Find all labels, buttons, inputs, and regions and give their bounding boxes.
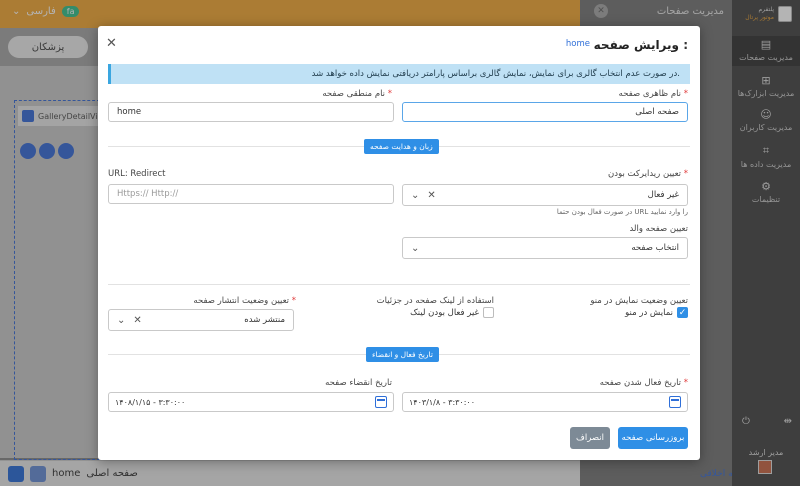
redirect-value: غیر فعال	[647, 190, 679, 200]
menu-status-checkbox-label: نمایش در منو	[625, 307, 673, 318]
display-name-label: * نام ظاهری صفحه	[618, 89, 688, 99]
activate-date-value: ۱۴۰۳/۱/۸ - ۳:۳۰:۰۰	[409, 397, 476, 407]
activate-date-label: * تاریخ فعال شدن صفحه	[599, 378, 688, 388]
modal-title-separator: :	[683, 38, 688, 52]
expire-date-value: ۱۴۰۸/۱/۱۵ - ۳:۳۰:۰۰	[115, 397, 186, 407]
modal-title-text: ویرایش صفحه	[593, 38, 679, 52]
update-page-button[interactable]: بروزرسانی صفحه	[618, 427, 688, 449]
expire-date-input[interactable]: ۱۴۰۸/۱/۱۵ - ۳:۳۰:۰۰	[108, 392, 394, 412]
menu-status-label: تعیین وضعیت نمایش در منو	[590, 296, 688, 306]
cancel-button[interactable]: انصراف	[570, 427, 610, 449]
clear-icon[interactable]: ✕	[427, 190, 435, 201]
expire-date-label: تاریخ انقضاء صفحه	[325, 378, 392, 388]
display-name-input[interactable]: صفحه اصلی	[402, 102, 688, 122]
redirect-hint: در صورت فعال بودن حتما URL را وارد نمایی…	[556, 208, 688, 216]
link-usage-checkbox-label: غیر فعال بودن لینک	[410, 307, 479, 318]
section-dates-pill: تاریخ فعال و انقضاء	[366, 347, 439, 362]
checkbox-unchecked-icon[interactable]	[483, 307, 494, 318]
calendar-icon[interactable]	[669, 396, 681, 408]
url-input[interactable]: Https:// Http://	[108, 184, 394, 204]
link-usage-checkbox[interactable]: غیر فعال بودن لینک	[410, 307, 494, 318]
redirect-label: * تعیین ریدایرکت بودن	[608, 169, 688, 179]
logical-name-label: * نام منطقی صفحه	[322, 89, 392, 99]
divider	[108, 284, 690, 285]
url-label: URL: Redirect	[108, 169, 166, 179]
parent-value: انتخاب صفحه	[631, 243, 679, 253]
chevron-down-icon: ⌄	[117, 314, 126, 326]
chevron-down-icon: ⌄	[411, 242, 420, 254]
section-language-pill: زبان و هدایت صفحه	[364, 139, 439, 154]
menu-status-checkbox[interactable]: ✓ نمایش در منو	[625, 307, 688, 318]
close-icon[interactable]: ✕	[106, 36, 117, 51]
logical-name-input[interactable]: home	[108, 102, 394, 122]
publish-label: * تعیین وضعیت انتشار صفحه	[193, 296, 296, 306]
parent-label: تعیین صفحه والد	[629, 224, 688, 234]
chevron-down-icon: ⌄	[411, 189, 420, 201]
checkbox-checked-icon[interactable]: ✓	[677, 307, 688, 318]
activate-date-input[interactable]: ۱۴۰۳/۱/۸ - ۳:۳۰:۰۰	[402, 392, 688, 412]
link-usage-label: استفاده از لینک صفحه در جزئیات	[376, 296, 494, 306]
redirect-select[interactable]: ⌄ ✕ غیر فعال	[402, 184, 688, 206]
edit-page-modal: ✕ ویرایش صفحه : home در صورت عدم انتخاب …	[98, 26, 700, 460]
publish-select[interactable]: ⌄ ✕ منتشر شده	[108, 309, 294, 331]
parent-select[interactable]: ⌄ انتخاب صفحه	[402, 237, 688, 259]
modal-title-page: home	[565, 39, 590, 49]
publish-value: منتشر شده	[244, 315, 285, 325]
clear-icon[interactable]: ✕	[133, 315, 141, 326]
modal-title: ویرایش صفحه : home	[566, 38, 688, 52]
info-alert: در صورت عدم انتخاب گالری برای نمایش، نما…	[108, 64, 690, 84]
calendar-icon[interactable]	[375, 396, 387, 408]
